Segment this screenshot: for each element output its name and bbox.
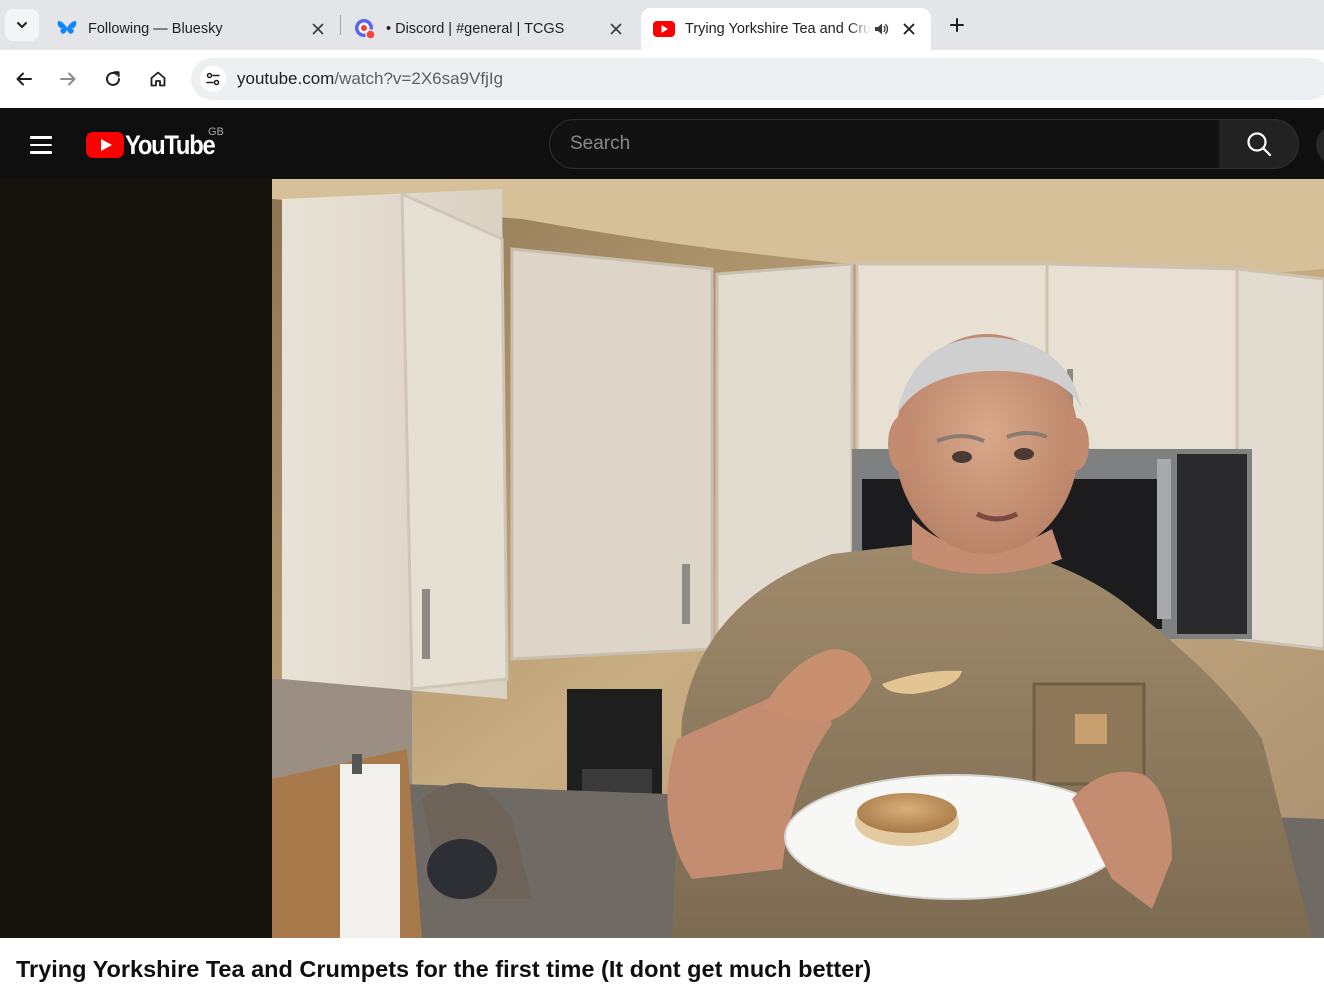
reload-icon [106, 71, 120, 86]
browser-tab-discord[interactable]: • Discord | #general | TCGS [342, 8, 638, 50]
tab-close-icon[interactable] [308, 19, 328, 39]
tab-close-icon[interactable] [899, 19, 919, 39]
audio-playing-icon[interactable] [871, 19, 891, 39]
arrow-left-icon [16, 72, 32, 86]
home-icon [150, 71, 166, 87]
youtube-wordmark: YouTube [125, 129, 216, 160]
browser-tab-strip: Following — Bluesky • Discord | #general… [0, 0, 1324, 50]
video-player[interactable] [0, 179, 1324, 938]
player-letterbox [0, 179, 272, 938]
back-button[interactable] [9, 61, 39, 97]
tab-close-icon[interactable] [606, 19, 626, 39]
url-domain: youtube.com [237, 69, 335, 88]
video-info: Trying Yorkshire Tea and Crumpets for th… [0, 938, 1324, 988]
video-frame[interactable] [272, 179, 1324, 938]
plus-icon [950, 18, 964, 32]
search-box[interactable] [549, 119, 1220, 169]
youtube-masthead: YouTube GB [0, 108, 1324, 179]
bluesky-butterfly-icon [56, 18, 78, 40]
guide-menu-button[interactable] [24, 128, 58, 162]
browser-tab-youtube-active[interactable]: Trying Yorkshire Tea and Crumpets for th… [641, 8, 931, 50]
forward-button[interactable] [53, 61, 83, 97]
tab-separator [340, 15, 341, 35]
new-tab-button[interactable] [944, 12, 970, 38]
tab-label: • Discord | #general | TCGS [386, 21, 565, 37]
tab-label: Following — Bluesky [88, 21, 223, 37]
browser-toolbar: youtube.com/watch?v=2X6sa9VfjIg [0, 50, 1324, 108]
tab-search-button[interactable] [5, 9, 39, 41]
search-button[interactable] [1219, 119, 1299, 169]
menu-icon-bar [30, 136, 52, 139]
video-frame-kitchen-image [272, 179, 1324, 938]
country-code: GB [208, 126, 224, 138]
video-title: Trying Yorkshire Tea and Crumpets for th… [16, 956, 872, 982]
arrow-right-icon [60, 72, 76, 86]
youtube-icon [653, 18, 675, 40]
voice-search-button[interactable] [1316, 125, 1324, 165]
address-bar[interactable]: youtube.com/watch?v=2X6sa9VfjIg [191, 58, 1324, 100]
url-path: /watch?v=2X6sa9VfjIg [334, 69, 504, 88]
search-input[interactable] [570, 132, 1170, 156]
youtube-logo[interactable]: YouTube [86, 129, 227, 160]
tune-icon [206, 72, 220, 86]
chevron-down-icon [17, 22, 27, 28]
site-info-button[interactable] [200, 66, 226, 92]
home-button[interactable] [143, 61, 173, 97]
reload-button[interactable] [98, 61, 128, 97]
browser-tab-bluesky[interactable]: Following — Bluesky [44, 8, 340, 50]
menu-icon-bar [30, 143, 52, 147]
search-icon [1246, 132, 1271, 157]
url-text[interactable]: youtube.com/watch?v=2X6sa9VfjIg [237, 69, 503, 89]
discord-icon [354, 18, 376, 40]
youtube-play-icon [86, 132, 124, 158]
menu-icon-bar [30, 151, 52, 154]
tab-label: Trying Yorkshire Tea and Crumpets for th… [685, 21, 871, 37]
